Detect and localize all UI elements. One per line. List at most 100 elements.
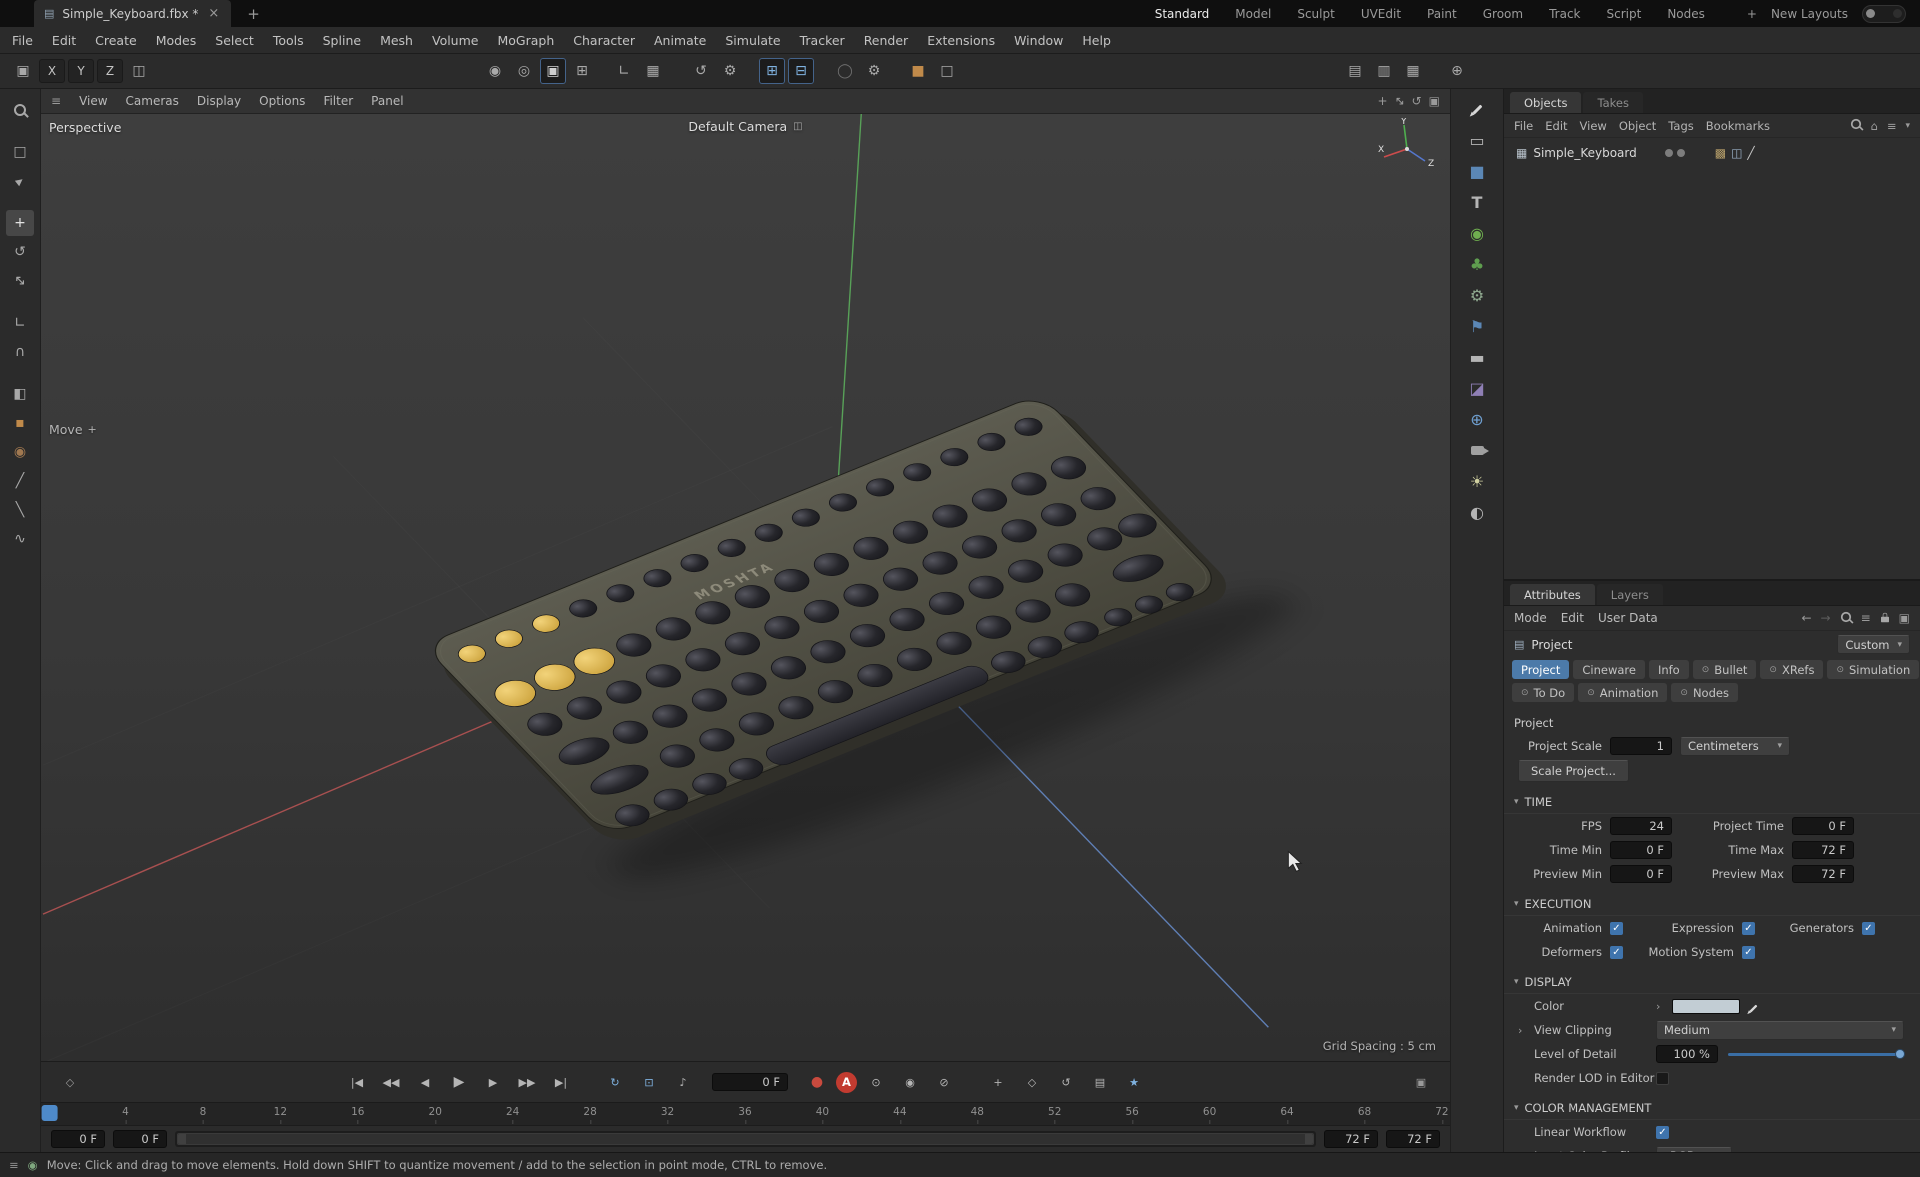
workplane-icon[interactable]: ◫ — [126, 58, 152, 84]
menu-tools[interactable]: Tools — [273, 33, 304, 48]
animation-checkbox[interactable]: ✓ — [1610, 921, 1623, 935]
layout-paint[interactable]: Paint — [1427, 7, 1457, 21]
axis-mode-icon[interactable]: ∟ — [611, 58, 637, 84]
generator-gear-icon[interactable]: ⚙ — [1461, 281, 1493, 310]
record-position-toggle[interactable]: + — [983, 1070, 1013, 1094]
motext-icon[interactable]: T — [1461, 188, 1493, 217]
project-time-field[interactable]: 0 F — [1792, 817, 1854, 835]
display-section-header[interactable]: ▾ DISPLAY — [1504, 971, 1920, 994]
phong-tag-icon[interactable]: ◫ — [1731, 146, 1742, 160]
view-clipping-dropdown[interactable]: Medium ▾ — [1656, 1020, 1904, 1040]
camera-icon[interactable] — [1461, 436, 1493, 465]
viewport-menu-display[interactable]: Display — [197, 94, 241, 108]
time-collapse-icon[interactable]: ▾ — [1514, 797, 1519, 807]
add-layout-icon[interactable]: + — [1747, 7, 1757, 21]
cat-tab-xrefs[interactable]: ⊙ XRefs — [1760, 660, 1824, 679]
axis-z-lock-button[interactable]: Z — [97, 59, 123, 83]
scale-project-button[interactable]: Scale Project... — [1518, 760, 1629, 782]
play-button[interactable]: ▶ — [444, 1070, 474, 1094]
current-frame-field[interactable]: 0 F — [712, 1073, 788, 1091]
linear-workflow-checkbox[interactable]: ✓ — [1656, 1125, 1669, 1139]
viewport-3d[interactable]: MOSHTA Perspective Default Camera ◫ Move… — [41, 114, 1450, 1061]
cat-tab-nodes[interactable]: ⊙ Nodes — [1671, 683, 1738, 702]
modeling-settings-icon[interactable]: ▣ — [10, 58, 36, 84]
tab-attributes[interactable]: Attributes — [1510, 584, 1595, 605]
menu-animate[interactable]: Animate — [654, 33, 706, 48]
timeline-playhead[interactable] — [41, 1105, 58, 1121]
viewport-menu-panel[interactable]: Panel — [371, 94, 403, 108]
uvw-tag-icon[interactable]: ▩ — [1715, 146, 1726, 160]
pin-tool-icon[interactable]: ▪ — [6, 410, 34, 436]
camera-zoom-icon[interactable]: ↔ — [1391, 92, 1408, 109]
snap-magnet-icon[interactable]: ∩ — [6, 339, 34, 365]
new-layouts-label[interactable]: New Layouts — [1771, 7, 1848, 21]
brush-tool-icon[interactable]: ◧ — [6, 381, 34, 407]
menu-spline[interactable]: Spline — [323, 33, 361, 48]
team-render-icon[interactable]: ⊞ — [569, 58, 595, 84]
preview-start-field[interactable]: 0 F — [113, 1130, 167, 1148]
axis-y-lock-button[interactable]: Y — [68, 59, 94, 83]
previous-key-button[interactable]: ◀◀ — [376, 1070, 406, 1094]
viewport-maximize-icon[interactable]: ▣ — [1429, 94, 1440, 108]
record-pla-toggle[interactable]: ▤ — [1085, 1070, 1115, 1094]
cat-tab-simulation[interactable]: ⊙ Simulation — [1827, 660, 1920, 679]
timeline-ruler[interactable]: 4 8 12 16 20 24 28 32 36 40 44 48 52 56 … — [41, 1102, 1450, 1125]
render-settings-icon[interactable]: ⚙ — [717, 58, 743, 84]
content-browser-globe-icon[interactable]: ⊕ — [1444, 58, 1470, 84]
tweak-tool-icon[interactable]: ▸ — [6, 168, 34, 194]
workplane-grid-icon[interactable]: ▦ — [640, 58, 666, 84]
range-start-field[interactable]: 0 F — [51, 1130, 105, 1148]
camera-orbit-icon[interactable]: ↺ — [1412, 94, 1422, 108]
menu-render[interactable]: Render — [864, 33, 909, 48]
objects-search-icon[interactable] — [1850, 118, 1862, 133]
deformer-icon[interactable]: ◪ — [1461, 374, 1493, 403]
render-view-icon[interactable]: ◉ — [482, 58, 508, 84]
quantize-toggle-icon[interactable]: ⊟ — [788, 58, 814, 84]
tag-flag-icon[interactable]: ⚑ — [1461, 312, 1493, 341]
render-region-icon[interactable]: ◎ — [511, 58, 537, 84]
rotate-tool-icon[interactable]: ↺ — [6, 239, 34, 265]
layout-uvedit[interactable]: UVEdit — [1361, 7, 1401, 21]
timeline-expand-icon[interactable]: ▣ — [1406, 1070, 1436, 1094]
color-management-collapse-icon[interactable]: ▾ — [1514, 1103, 1519, 1113]
menu-window[interactable]: Window — [1014, 33, 1063, 48]
attr-panel-icon[interactable]: ▣ — [1899, 611, 1910, 625]
reset-psr-icon[interactable]: ↺ — [688, 58, 714, 84]
menu-file[interactable]: File — [12, 33, 33, 48]
weight-tool-icon[interactable]: ◉ — [6, 439, 34, 465]
status-menu-icon[interactable]: ≡ — [9, 1158, 19, 1172]
add-primitive-icon[interactable]: □ — [934, 58, 960, 84]
tab-layers[interactable]: Layers — [1596, 584, 1663, 605]
cat-tab-bullet[interactable]: ⊙ Bullet — [1692, 660, 1757, 679]
objects-filter-icon[interactable]: ≡ — [1887, 119, 1897, 133]
simulation-toggle-icon[interactable]: ◯ — [832, 58, 858, 84]
preview-max-field[interactable]: 72 F — [1792, 865, 1854, 883]
keyboard-model[interactable]: MOSHTA — [402, 377, 1325, 908]
range-slider[interactable] — [175, 1131, 1316, 1147]
goto-start-button[interactable]: |◀ — [342, 1070, 372, 1094]
attr-menu-edit[interactable]: Edit — [1561, 611, 1584, 625]
layout-panel-1-icon[interactable]: ▤ — [1342, 58, 1368, 84]
visibility-toggles[interactable] — [1664, 148, 1685, 157]
layout-script[interactable]: Script — [1607, 7, 1642, 21]
render-visibility-dot[interactable] — [1676, 148, 1685, 157]
close-tab-icon[interactable]: × — [206, 6, 221, 21]
new-layouts-toggle[interactable] — [1862, 4, 1906, 23]
time-min-field[interactable]: 0 F — [1610, 841, 1672, 859]
objects-menu-edit[interactable]: Edit — [1545, 119, 1567, 133]
layout-nodes[interactable]: Nodes — [1667, 7, 1705, 21]
execution-section-header[interactable]: ▾ EXECUTION — [1504, 893, 1920, 916]
project-settings-icon[interactable]: ⚙ — [861, 58, 887, 84]
menu-create[interactable]: Create — [95, 33, 137, 48]
expression-checkbox[interactable]: ✓ — [1742, 921, 1755, 935]
axis-x-lock-button[interactable]: X — [39, 59, 65, 83]
preset-dropdown[interactable]: Custom ▾ — [1837, 635, 1910, 654]
layout-panel-3-icon[interactable]: ▦ — [1400, 58, 1426, 84]
time-max-field[interactable]: 72 F — [1792, 841, 1854, 859]
tab-objects[interactable]: Objects — [1510, 92, 1582, 113]
objects-menu-object[interactable]: Object — [1619, 119, 1656, 133]
previous-frame-button[interactable]: ◀ — [410, 1070, 440, 1094]
tab-takes[interactable]: Takes — [1583, 92, 1643, 113]
sound-toggle[interactable]: ♪ — [668, 1070, 698, 1094]
attr-search-icon[interactable] — [1840, 611, 1852, 626]
